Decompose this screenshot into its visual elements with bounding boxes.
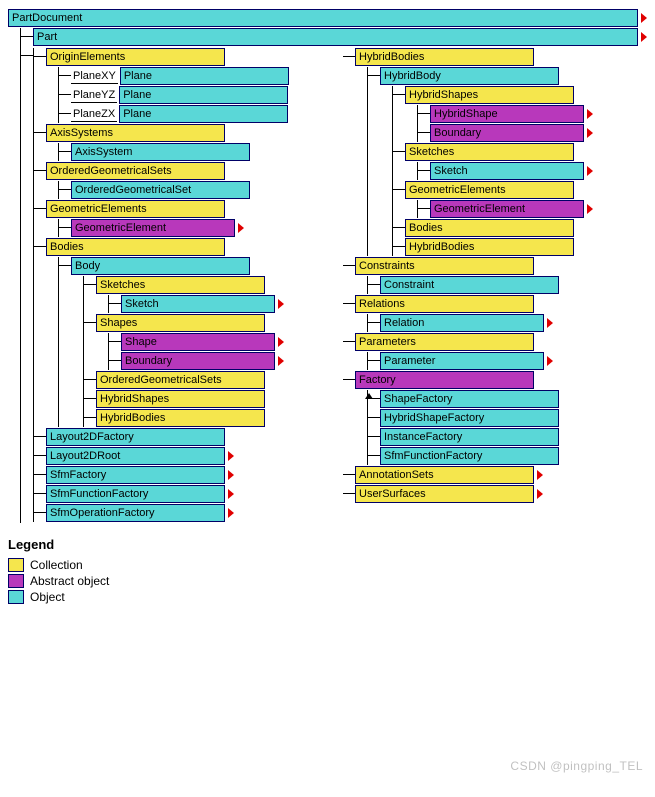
r-relations[interactable]: Relations xyxy=(355,295,534,313)
r-boundary[interactable]: Boundary xyxy=(430,124,584,142)
r-hybridbodies2[interactable]: HybridBodies xyxy=(405,238,574,256)
root-node: PartDocument xyxy=(8,9,647,27)
r-geomelem[interactable]: GeometricElement xyxy=(430,200,584,218)
sketches[interactable]: Sketches xyxy=(96,276,265,294)
r-relation[interactable]: Relation xyxy=(380,314,544,332)
watermark: CSDN @pingping_TEL xyxy=(510,759,643,773)
inherit-icon xyxy=(365,393,373,399)
hybridbodies[interactable]: HybridBodies xyxy=(96,409,265,427)
shapes[interactable]: Shapes xyxy=(96,314,265,332)
r-parameter[interactable]: Parameter xyxy=(380,352,544,370)
r-constraints[interactable]: Constraints xyxy=(355,257,534,275)
r-instancefactory[interactable]: InstanceFactory xyxy=(380,428,559,446)
arrow-icon xyxy=(587,204,593,214)
bodies[interactable]: Bodies xyxy=(46,238,225,256)
arrow-icon xyxy=(228,489,234,499)
sfmfunctionfactory[interactable]: SfmFunctionFactory xyxy=(46,485,225,503)
r-sfmfunctionfactory[interactable]: SfmFunctionFactory xyxy=(380,447,559,465)
legend-collection: Collection xyxy=(8,558,647,572)
arrow-icon xyxy=(537,470,543,480)
arrow-icon xyxy=(238,223,244,233)
axissystems[interactable]: AxisSystems xyxy=(46,124,225,142)
planexy-label: PlaneXY xyxy=(71,69,118,84)
body[interactable]: Body xyxy=(71,257,250,275)
planeyz[interactable]: Plane xyxy=(119,86,288,104)
r-sketch[interactable]: Sketch xyxy=(430,162,584,180)
arrow-icon xyxy=(587,109,593,119)
arrow-icon xyxy=(278,337,284,347)
r-shapefactory[interactable]: ShapeFactory xyxy=(380,390,559,408)
sfmoperationfactory[interactable]: SfmOperationFactory xyxy=(46,504,225,522)
originelements[interactable]: OriginElements xyxy=(46,48,225,66)
planezx[interactable]: Plane xyxy=(119,105,288,123)
legend-abstract: Abstract object xyxy=(8,574,647,588)
planeyz-label: PlaneYZ xyxy=(71,88,117,103)
r-usersurfaces[interactable]: UserSurfaces xyxy=(355,485,534,503)
shape[interactable]: Shape xyxy=(121,333,275,351)
r-hybridshapefactory[interactable]: HybridShapeFactory xyxy=(380,409,559,427)
r-hybridbody[interactable]: HybridBody xyxy=(380,67,559,85)
layout2dfactory[interactable]: Layout2DFactory xyxy=(46,428,225,446)
swatch-collection xyxy=(8,558,24,572)
layout2droot[interactable]: Layout2DRoot xyxy=(46,447,225,465)
arrow-icon xyxy=(228,470,234,480)
part-node: Part xyxy=(33,28,647,46)
geomelems[interactable]: GeometricElements xyxy=(46,200,225,218)
legend-title: Legend xyxy=(8,537,647,552)
ogs[interactable]: OrderedGeometricalSets xyxy=(46,162,225,180)
ogs2[interactable]: OrderedGeometricalSets xyxy=(96,371,265,389)
sketch[interactable]: Sketch xyxy=(121,295,275,313)
boundary[interactable]: Boundary xyxy=(121,352,275,370)
r-parameters[interactable]: Parameters xyxy=(355,333,534,351)
geomelem[interactable]: GeometricElement xyxy=(71,219,235,237)
arrow-icon xyxy=(228,451,234,461)
arrow-icon xyxy=(537,489,543,499)
r-factory[interactable]: Factory xyxy=(355,371,534,389)
swatch-object xyxy=(8,590,24,604)
part-box[interactable]: Part xyxy=(33,28,638,46)
r-annotationsets[interactable]: AnnotationSets xyxy=(355,466,534,484)
r-hybridshapes[interactable]: HybridShapes xyxy=(405,86,574,104)
planezx-label: PlaneZX xyxy=(71,107,117,122)
arrow-icon xyxy=(228,508,234,518)
ogs-set[interactable]: OrderedGeometricalSet xyxy=(71,181,250,199)
arrow-icon xyxy=(587,166,593,176)
legend-object: Object xyxy=(8,590,647,604)
hybridshapes[interactable]: HybridShapes xyxy=(96,390,265,408)
arrow-icon xyxy=(278,299,284,309)
axissystem[interactable]: AxisSystem xyxy=(71,143,250,161)
r-geomelems[interactable]: GeometricElements xyxy=(405,181,574,199)
r-constraint[interactable]: Constraint xyxy=(380,276,559,294)
arrow-icon xyxy=(641,32,647,42)
r-hybridshape[interactable]: HybridShape xyxy=(430,105,584,123)
r-hybridbodies[interactable]: HybridBodies xyxy=(355,48,534,66)
sfmfactory[interactable]: SfmFactory xyxy=(46,466,225,484)
partdocument-box[interactable]: PartDocument xyxy=(8,9,638,27)
r-sketches[interactable]: Sketches xyxy=(405,143,574,161)
arrow-icon xyxy=(547,318,553,328)
arrow-icon xyxy=(547,356,553,366)
arrow-icon xyxy=(278,356,284,366)
r-bodies[interactable]: Bodies xyxy=(405,219,574,237)
swatch-abstract xyxy=(8,574,24,588)
arrow-icon xyxy=(587,128,593,138)
planexy[interactable]: Plane xyxy=(120,67,289,85)
arrow-icon xyxy=(641,13,647,23)
